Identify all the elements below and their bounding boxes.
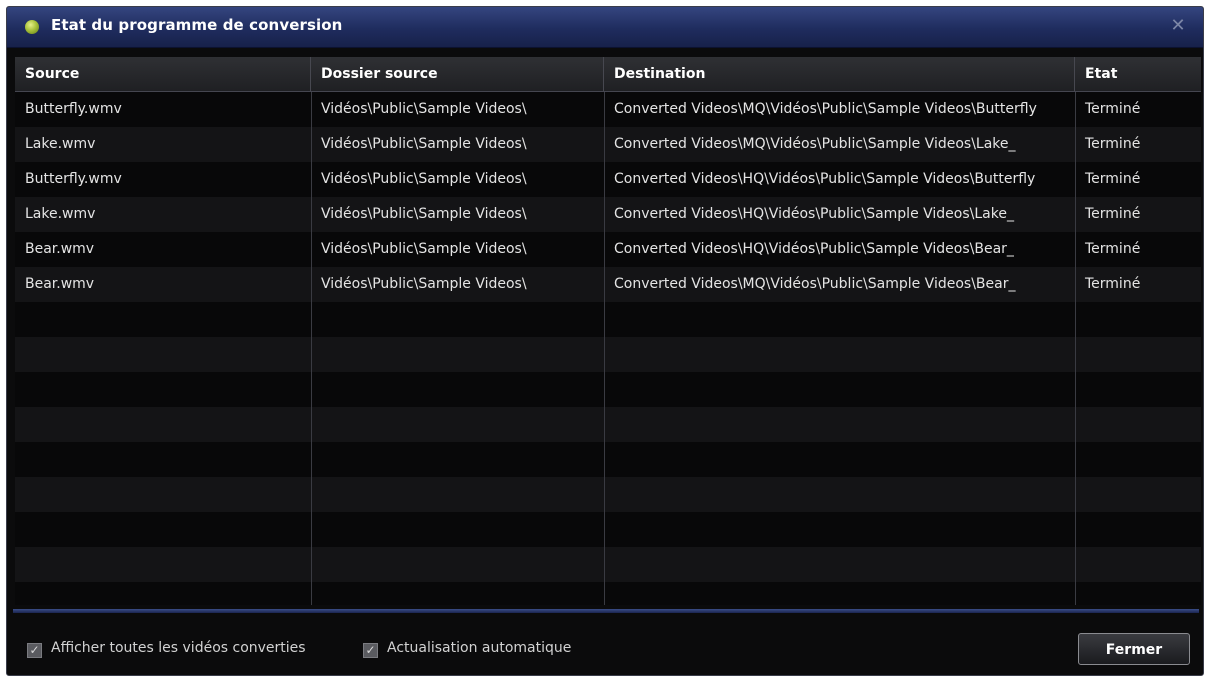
window-title: Etat du programme de conversion xyxy=(51,16,343,34)
cell-source-folder: Vidéos\Public\Sample Videos\ xyxy=(321,171,527,187)
table-body: Butterfly.wmv Vidéos\Public\Sample Videos… xyxy=(15,92,1201,605)
auto-refresh-label[interactable]: Actualisation automatique xyxy=(387,640,571,656)
status-orb-icon xyxy=(25,20,39,34)
show-all-label[interactable]: Afficher toutes les vidéos converties xyxy=(51,640,306,656)
table-row[interactable]: Bear.wmv Vidéos\Public\Sample Videos\ Conv… xyxy=(15,267,1201,302)
empty-row xyxy=(15,512,1201,547)
cell-destination: Converted Videos\MQ\Vidéos\Public\Sample… xyxy=(614,101,1037,117)
conversion-table: Source Dossier source Destination Etat B… xyxy=(15,57,1201,605)
cell-source: Bear.wmv xyxy=(25,276,95,292)
cell-source: Lake.wmv xyxy=(25,136,96,152)
footer: ✓ Afficher toutes les vidéos converties … xyxy=(7,615,1203,675)
auto-refresh-checkbox[interactable]: ✓ xyxy=(363,643,378,658)
empty-row xyxy=(15,337,1201,372)
column-divider xyxy=(604,92,605,605)
cell-source: Bear.wmv xyxy=(25,241,95,257)
cell-source: Butterfly.wmv xyxy=(25,171,122,187)
cell-destination: Converted Videos\HQ\Vidéos\Public\Sample… xyxy=(614,241,1014,257)
empty-row xyxy=(15,547,1201,582)
cell-destination: Converted Videos\HQ\Vidéos\Public\Sample… xyxy=(614,206,1014,222)
column-divider xyxy=(1075,92,1076,605)
conversion-status-window: Etat du programme de conversion ✕ Source… xyxy=(6,6,1204,676)
empty-row xyxy=(15,407,1201,442)
empty-row xyxy=(15,372,1201,407)
column-header-source-folder[interactable]: Dossier source xyxy=(311,57,604,91)
cell-source-folder: Vidéos\Public\Sample Videos\ xyxy=(321,136,527,152)
table-row[interactable]: Lake.wmv Vidéos\Public\Sample Videos\ Conv… xyxy=(15,127,1201,162)
cell-source-folder: Vidéos\Public\Sample Videos\ xyxy=(321,206,527,222)
table-row[interactable]: Butterfly.wmv Vidéos\Public\Sample Videos… xyxy=(15,162,1201,197)
table-row[interactable]: Bear.wmv Vidéos\Public\Sample Videos\ Conv… xyxy=(15,232,1201,267)
cell-status: Terminé xyxy=(1085,241,1141,257)
cell-status: Terminé xyxy=(1085,206,1141,222)
cell-destination: Converted Videos\HQ\Vidéos\Public\Sample… xyxy=(614,171,1036,187)
empty-row xyxy=(15,582,1201,605)
column-header-source[interactable]: Source xyxy=(15,57,311,91)
cell-source-folder: Vidéos\Public\Sample Videos\ xyxy=(321,101,527,117)
empty-row xyxy=(15,477,1201,512)
cell-status: Terminé xyxy=(1085,171,1141,187)
cell-source: Butterfly.wmv xyxy=(25,101,122,117)
column-header-destination[interactable]: Destination xyxy=(604,57,1075,91)
column-divider xyxy=(311,92,312,605)
title-bar: Etat du programme de conversion ✕ xyxy=(7,7,1203,48)
empty-row xyxy=(15,442,1201,477)
close-icon[interactable]: ✕ xyxy=(1167,15,1189,37)
cell-status: Terminé xyxy=(1085,101,1141,117)
table-row[interactable]: Butterfly.wmv Vidéos\Public\Sample Videos… xyxy=(15,92,1201,127)
cell-source-folder: Vidéos\Public\Sample Videos\ xyxy=(321,241,527,257)
table-row[interactable]: Lake.wmv Vidéos\Public\Sample Videos\ Conv… xyxy=(15,197,1201,232)
empty-row xyxy=(15,302,1201,337)
cell-destination: Converted Videos\MQ\Vidéos\Public\Sample… xyxy=(614,136,1016,152)
close-button[interactable]: Fermer xyxy=(1078,633,1190,665)
cell-status: Terminé xyxy=(1085,136,1141,152)
show-all-checkbox[interactable]: ✓ xyxy=(27,643,42,658)
cell-source: Lake.wmv xyxy=(25,206,96,222)
cell-source-folder: Vidéos\Public\Sample Videos\ xyxy=(321,276,527,292)
table-header: Source Dossier source Destination Etat xyxy=(15,57,1201,92)
cell-status: Terminé xyxy=(1085,276,1141,292)
column-header-status[interactable]: Etat xyxy=(1075,57,1201,91)
cell-destination: Converted Videos\MQ\Vidéos\Public\Sample… xyxy=(614,276,1016,292)
footer-separator xyxy=(13,609,1199,613)
